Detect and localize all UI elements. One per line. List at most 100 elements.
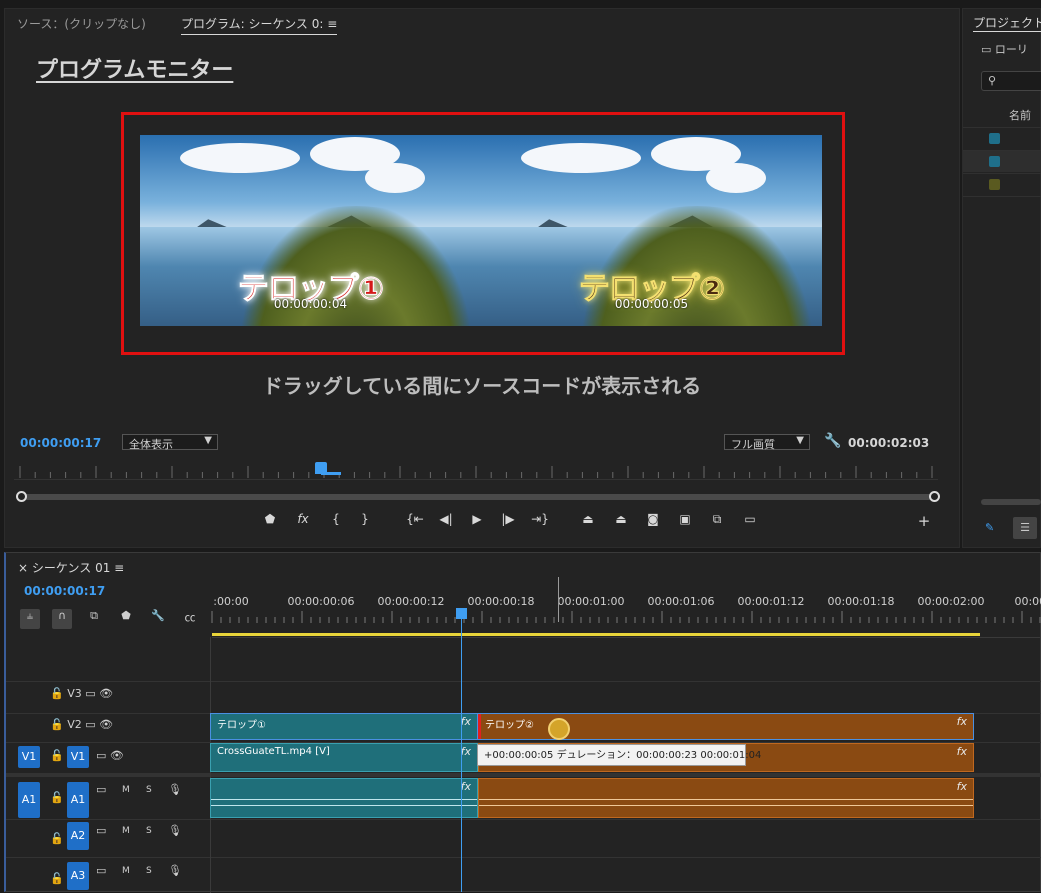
track-target-a3[interactable]: A3 xyxy=(67,862,89,890)
captions-icon[interactable]: ㏄ xyxy=(180,609,200,629)
project-scrollbar[interactable] xyxy=(981,499,1041,505)
track-header-v3[interactable]: 🔓 V3 ▭ 👁 xyxy=(50,687,113,700)
source-patch-a1[interactable]: A1 xyxy=(18,782,40,818)
nest-toggle-icon[interactable]: ⫨ xyxy=(20,609,40,629)
annotation-highlight-box xyxy=(121,112,845,355)
label-color-swatch xyxy=(989,156,1000,167)
mark-out-icon[interactable]: } xyxy=(355,512,375,526)
track-target-a1[interactable]: A1 xyxy=(67,782,89,818)
close-icon[interactable]: × xyxy=(18,561,32,575)
add-marker-icon[interactable]: ⬟ xyxy=(116,609,136,629)
safe-margins-icon[interactable]: ▭ xyxy=(740,512,760,526)
step-back-icon[interactable]: ◀| xyxy=(436,512,456,526)
eye-icon[interactable]: 👁 xyxy=(99,718,113,731)
fx-badge: fx xyxy=(956,780,967,793)
timeline-playhead-line[interactable] xyxy=(461,608,462,892)
monitor-tab-bar: ソース：(クリップなし) プログラム: シーケンス 0: ≡ xyxy=(5,9,961,35)
solo-button[interactable]: S xyxy=(146,826,152,836)
snap-icon[interactable]: ∩ xyxy=(52,609,72,629)
track-header-v2[interactable]: 🔓 V2 ▭ 👁 xyxy=(50,718,113,731)
audio-track-icon[interactable]: ▭ xyxy=(96,783,106,796)
audio-track-icon[interactable]: ▭ xyxy=(96,824,106,837)
wrench-icon[interactable]: 🔧 xyxy=(824,433,841,449)
marker-icon[interactable]: ⬟ xyxy=(260,512,280,526)
camera-icon[interactable]: ◙ xyxy=(643,512,663,526)
solo-button[interactable]: S xyxy=(146,785,152,795)
film-icon[interactable]: ▭ xyxy=(85,718,95,731)
project-item[interactable] xyxy=(963,173,1041,195)
zoom-select[interactable]: 全体表示 ▼ xyxy=(122,434,218,451)
annotation-caption: ドラッグしている間にソースコードが表示される xyxy=(262,374,702,398)
label-color-swatch xyxy=(989,133,1000,144)
mic-icon[interactable]: 🎙 xyxy=(168,864,182,877)
lock-icon[interactable]: 🔓 xyxy=(50,687,64,700)
monitor-zoom-scrollbar[interactable] xyxy=(16,491,940,502)
ruler-label: 00:00:01:12 xyxy=(737,595,805,608)
monitor-time-ruler[interactable] xyxy=(14,462,938,480)
pencil-icon[interactable]: ✎ xyxy=(985,521,994,534)
linked-selection-icon[interactable]: ⧉ xyxy=(84,609,104,629)
mute-button[interactable]: M xyxy=(122,826,130,836)
track-target-v1[interactable]: V1 xyxy=(67,746,89,768)
audio-waveform-line xyxy=(479,799,973,800)
tab-project[interactable]: プロジェクト xyxy=(973,14,1041,32)
multi-cam-icon[interactable]: ⧉ xyxy=(707,512,727,527)
audio-waveform-line xyxy=(211,805,477,806)
timeline-ruler[interactable]: :00:00 00:00:00:06 00:00:00:12 00:00:00:18 0… xyxy=(211,589,1041,629)
annotation-title: プログラムモニター xyxy=(36,58,234,83)
add-icon[interactable]: + xyxy=(914,512,934,530)
project-breadcrumb-label: ローリ xyxy=(994,43,1028,56)
fx-icon[interactable]: fx xyxy=(293,512,313,526)
mute-button[interactable]: M xyxy=(122,866,130,876)
mic-icon[interactable]: 🎙 xyxy=(168,824,182,837)
tab-program[interactable]: プログラム: シーケンス 0: ≡ xyxy=(181,15,338,35)
lock-icon[interactable]: 🔓 xyxy=(50,718,64,731)
lock-icon[interactable]: 🔓 xyxy=(50,791,64,804)
project-item[interactable] xyxy=(963,127,1041,149)
tab-source[interactable]: ソース：(クリップなし) xyxy=(17,15,146,32)
audio-waveform-line xyxy=(479,805,973,806)
ruler-label: 00:00:00:18 xyxy=(467,595,535,608)
scroll-handle-right[interactable] xyxy=(929,491,940,502)
scroll-handle-left[interactable] xyxy=(16,491,27,502)
step-forward-icon[interactable]: |▶ xyxy=(498,512,518,526)
timeline-timecode[interactable]: 00:00:00:17 xyxy=(24,584,105,598)
tab-sequence[interactable]: × シーケンス 01 ≡ xyxy=(18,559,124,576)
clip-audio-a1[interactable]: fx xyxy=(210,778,478,818)
mute-button[interactable]: M xyxy=(122,785,130,795)
track-target-a2[interactable]: A2 xyxy=(67,822,89,850)
wrench-icon[interactable]: 🔧 xyxy=(148,609,168,629)
source-patch-v1[interactable]: V1 xyxy=(18,746,40,768)
mark-in-icon[interactable]: { xyxy=(326,512,346,526)
ruler-label: 00:00:02: xyxy=(1014,595,1041,608)
column-header-name[interactable]: 名前 xyxy=(1009,107,1031,123)
play-icon[interactable]: ▶ xyxy=(467,512,487,526)
lock-icon[interactable]: 🔓 xyxy=(50,749,64,762)
timeline-playhead-head[interactable] xyxy=(456,608,467,619)
comparison-icon[interactable]: ▣ xyxy=(675,512,695,526)
work-area-bar[interactable] xyxy=(212,633,980,636)
lock-icon[interactable]: 🔓 xyxy=(50,832,64,845)
lift-icon[interactable]: ⏏ xyxy=(578,512,598,526)
go-to-in-icon[interactable]: {⇤ xyxy=(405,512,425,526)
mic-icon[interactable]: 🎙 xyxy=(168,783,182,796)
audio-track-icon[interactable]: ▭ xyxy=(96,864,106,877)
quality-select[interactable]: フル画質 ▼ xyxy=(724,434,810,451)
film-icon[interactable]: ▭ xyxy=(85,687,95,700)
list-view-icon[interactable]: ☰ xyxy=(1013,517,1037,539)
extract-icon[interactable]: ⏏ xyxy=(611,512,631,526)
solo-button[interactable]: S xyxy=(146,866,152,876)
project-item[interactable] xyxy=(963,150,1041,172)
clip-telop-1[interactable]: テロップ① fx xyxy=(210,713,478,740)
eye-icon[interactable]: 👁 xyxy=(99,687,113,700)
clip-audio-a1-b[interactable]: fx xyxy=(478,778,974,818)
ruler-divider xyxy=(212,637,1041,638)
lock-icon[interactable]: 🔓 xyxy=(50,872,64,885)
clip-video-v1[interactable]: CrossGuateTL.mp4 [V] fx xyxy=(210,743,478,772)
playhead-timecode[interactable]: 00:00:00:17 xyxy=(20,436,101,450)
go-to-out-icon[interactable]: ⇥} xyxy=(530,512,550,526)
project-row-divider xyxy=(963,196,1041,218)
project-search-input[interactable]: ⚲ xyxy=(981,71,1041,91)
chevron-down-icon: ▼ xyxy=(204,435,212,446)
film-icon[interactable]: ▭ 👁 xyxy=(96,749,124,762)
